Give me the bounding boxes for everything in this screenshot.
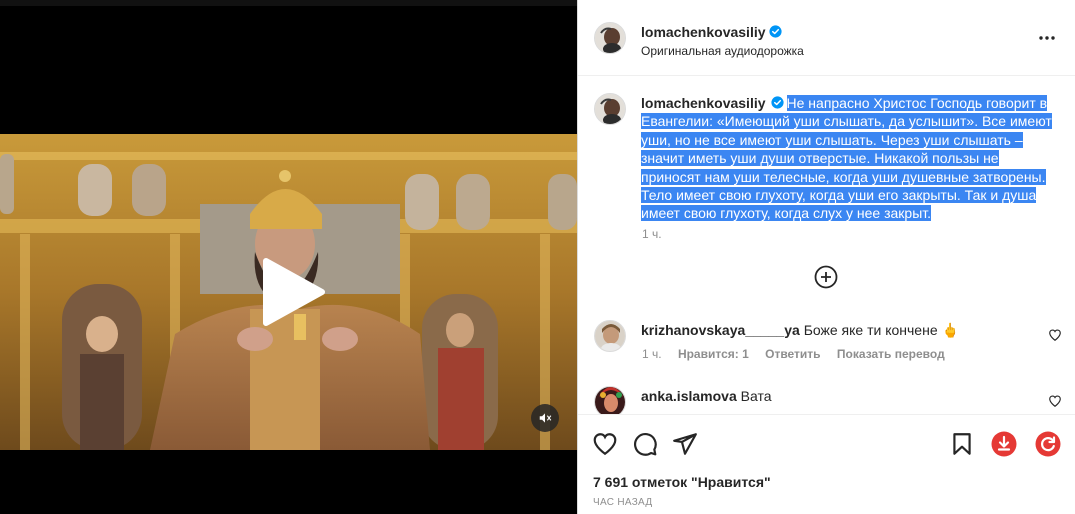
mute-icon	[539, 413, 552, 423]
comment-avatar[interactable]	[594, 320, 626, 352]
post-timestamp[interactable]: ЧАС НАЗАД	[593, 497, 652, 508]
translate-button[interactable]: Показать перевод	[837, 347, 945, 361]
comment-icon[interactable]	[632, 431, 658, 457]
avatar[interactable]	[594, 22, 626, 54]
share-icon[interactable]	[672, 431, 698, 457]
comment-item: anka.islamova Вата	[641, 388, 771, 404]
post-sidebar: lomachenkovasiliy Оригинальная аудиодоро…	[577, 0, 1075, 514]
likes-count[interactable]: 7 691 отметок "Нравится"	[593, 474, 771, 490]
avatar-image	[595, 94, 625, 124]
audio-label[interactable]: Оригинальная аудиодорожка	[641, 44, 804, 58]
avatar-image	[595, 23, 625, 53]
bookmark-icon[interactable]	[949, 431, 975, 457]
comment-username[interactable]: anka.islamova	[641, 388, 737, 404]
comment-text: Боже яке ти кончене 🖕	[803, 322, 959, 338]
play-icon[interactable]	[258, 257, 328, 327]
refresh-extension-icon[interactable]	[1035, 431, 1061, 457]
comment-meta: 1 ч. Нравится: 1 Ответить Показать перев…	[642, 347, 958, 361]
post-author-username[interactable]: lomachenkovasiliy	[641, 24, 766, 40]
header-user: lomachenkovasiliy	[641, 24, 782, 42]
caption-username[interactable]: lomachenkovasiliy	[641, 95, 766, 111]
comment-heart-icon[interactable]	[1048, 394, 1062, 408]
post-actions: 7 691 отметок "Нравится" ЧАС НАЗАД	[578, 414, 1075, 514]
comment-time[interactable]: 1 ч.	[642, 347, 662, 361]
caption-text: Не напрасно Христос Господь говорит в Ев…	[641, 95, 1052, 222]
top-strip	[0, 0, 577, 6]
verified-badge-icon	[768, 25, 782, 38]
post-caption: lomachenkovasiliy Не напрасно Христос Гос…	[641, 94, 1061, 223]
heart-icon[interactable]	[592, 431, 618, 457]
comment-likes[interactable]: Нравится: 1	[678, 347, 749, 361]
comment-text: Вата	[740, 388, 772, 404]
comment-username[interactable]: krizhanovskaya_____ya	[641, 322, 800, 338]
avatar-image	[595, 321, 625, 351]
mute-button[interactable]	[531, 404, 559, 432]
more-options-icon[interactable]	[1037, 30, 1057, 46]
plus-circle-icon[interactable]	[814, 265, 838, 289]
comment-heart-icon[interactable]	[1048, 328, 1062, 342]
reply-button[interactable]: Ответить	[765, 347, 820, 361]
post-header: lomachenkovasiliy Оригинальная аудиодоро…	[578, 0, 1075, 76]
download-extension-icon[interactable]	[991, 431, 1017, 457]
comment-item: krizhanovskaya_____ya Боже яке ти кончен…	[641, 322, 959, 339]
video-player[interactable]	[0, 0, 577, 514]
instagram-post-view: lomachenkovasiliy Оригинальная аудиодоро…	[0, 0, 1075, 514]
caption-timestamp[interactable]: 1 ч.	[642, 227, 662, 241]
verified-badge-icon	[770, 96, 784, 109]
caption-avatar[interactable]	[594, 93, 626, 125]
